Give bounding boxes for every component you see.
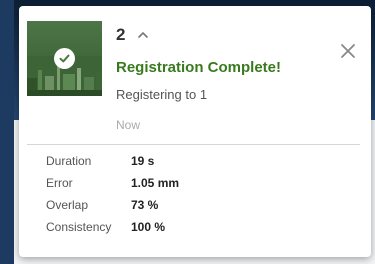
stat-row-consistency: Consistency 100 %	[46, 216, 179, 238]
scan-thumbnail	[27, 21, 102, 96]
check-circle-icon	[54, 48, 75, 69]
close-icon[interactable]	[338, 41, 358, 61]
stat-value: 100 %	[131, 220, 166, 234]
stat-row-error: Error 1.05 mm	[46, 172, 179, 194]
stat-label: Consistency	[46, 220, 112, 234]
chevron-up-icon[interactable]	[136, 28, 150, 42]
notification-count: 2	[116, 25, 126, 44]
stat-row-overlap: Overlap 73 %	[46, 194, 179, 216]
stat-value: 73 %	[131, 198, 159, 212]
divider	[27, 144, 360, 145]
notification-time: Now	[116, 118, 141, 132]
stat-row-duration: Duration 19 s	[46, 150, 179, 172]
notification-title: Registration Complete!	[116, 59, 282, 76]
stat-value: 19 s	[131, 154, 155, 168]
stat-label: Overlap	[46, 198, 89, 212]
background-left-strip	[0, 0, 14, 264]
stat-label: Duration	[46, 154, 92, 168]
stats-table: Duration 19 s Error 1.05 mm Overlap 73 %…	[46, 150, 179, 238]
notification-subtitle: Registering to 1	[116, 87, 208, 102]
notification-card: 2 Registration Complete! Registering to …	[19, 6, 371, 257]
stat-label: Error	[46, 176, 73, 190]
stat-value: 1.05 mm	[131, 176, 180, 190]
